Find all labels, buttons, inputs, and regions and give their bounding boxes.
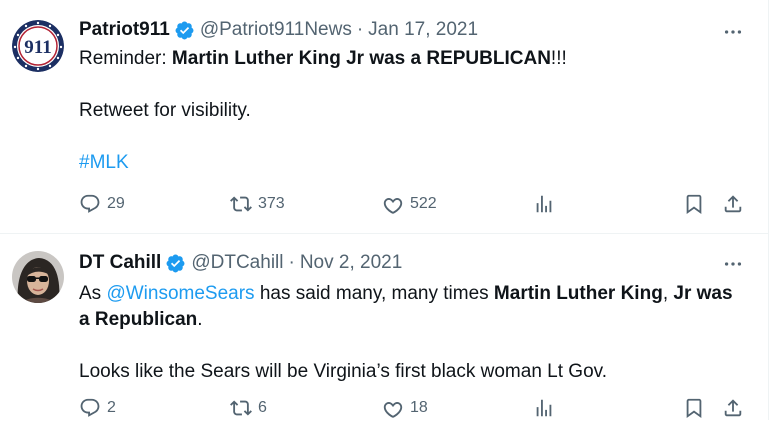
- reply-icon: [80, 194, 100, 213]
- retweet-count: 6: [258, 399, 267, 416]
- tweet-text: As @WinsomeSears has said many, many tim…: [79, 281, 739, 385]
- reply-button[interactable]: 2: [79, 397, 116, 419]
- profile-photo: [12, 251, 64, 303]
- retweet-icon: [230, 196, 252, 212]
- svg-text:911: 911: [24, 37, 51, 58]
- tweet-actions: 29 373 522: [79, 193, 749, 219]
- reply-icon: [80, 398, 100, 417]
- tweet-line: Reminder: Martin Luther King Jr was a RE…: [79, 46, 739, 72]
- tweet-line: Retweet for visibility.: [79, 100, 251, 121]
- tweet-line: #MLK: [79, 150, 739, 176]
- share-button[interactable]: [722, 193, 744, 215]
- bookmark-icon: [686, 398, 702, 419]
- tweet-paragraph: As @WinsomeSears has said many, many tim…: [79, 281, 739, 333]
- tweet-date[interactable]: Nov 2, 2021: [300, 252, 402, 274]
- tweet-actions: 2 6 18: [79, 397, 749, 423]
- separator-dot: ·: [288, 252, 295, 273]
- tweet-date[interactable]: Jan 17, 2021: [368, 19, 478, 41]
- tweet-text: Reminder: Martin Luther King Jr was a RE…: [79, 46, 739, 176]
- like-count: 522: [410, 195, 437, 212]
- text-span: !!!: [550, 48, 567, 69]
- tweet[interactable]: DT Cahill @DTCahill · Nov 2, 2021 As @Wi…: [0, 234, 768, 420]
- like-count: 18: [410, 399, 428, 416]
- more-icon: [724, 262, 742, 266]
- avatar[interactable]: [12, 251, 64, 303]
- reply-count: 29: [107, 195, 125, 212]
- views-icon: [536, 399, 552, 417]
- avatar[interactable]: 911: [12, 20, 64, 72]
- user-handle[interactable]: @Patriot911News: [200, 19, 352, 41]
- share-icon: [724, 399, 742, 417]
- mention-link[interactable]: @WinsomeSears: [106, 283, 254, 304]
- more-button[interactable]: [720, 22, 746, 42]
- display-name[interactable]: Patriot911: [79, 19, 170, 41]
- bookmark-button[interactable]: [683, 397, 705, 419]
- display-name[interactable]: DT Cahill: [79, 252, 161, 274]
- share-button[interactable]: [722, 397, 744, 419]
- retweet-icon: [230, 400, 252, 416]
- text-span: .: [197, 309, 203, 330]
- like-icon: [383, 402, 403, 418]
- patriot911-logo: 911: [12, 20, 64, 72]
- reply-button[interactable]: 29: [79, 193, 125, 215]
- tweet-header: DT Cahill @DTCahill · Nov 2, 2021: [79, 250, 402, 276]
- text-span: Reminder:: [79, 48, 172, 69]
- text-span: ,: [662, 283, 674, 304]
- views-button[interactable]: [533, 397, 555, 419]
- bookmark-icon: [686, 194, 702, 215]
- retweet-count: 373: [258, 195, 285, 212]
- reply-count: 2: [107, 399, 116, 416]
- text-span: has said many, many times: [254, 283, 494, 304]
- separator-dot: ·: [356, 19, 364, 40]
- tweet[interactable]: 911 Patriot911 @Patriot911News · Jan 17,…: [0, 0, 768, 234]
- views-icon: [536, 195, 552, 213]
- verified-badge-icon: [175, 21, 194, 39]
- bold-text: Martin Luther King: [493, 283, 663, 304]
- views-button[interactable]: [533, 193, 555, 215]
- like-button[interactable]: 18: [382, 397, 428, 419]
- hashtag-link[interactable]: #MLK: [79, 152, 129, 173]
- retweet-button[interactable]: 6: [230, 397, 267, 419]
- retweet-button[interactable]: 373: [230, 193, 285, 215]
- tweet-paragraph: Looks like the Sears will be Virginia’s …: [79, 361, 608, 382]
- more-icon: [724, 30, 742, 34]
- more-button[interactable]: [720, 254, 746, 274]
- text-span: As: [79, 283, 107, 304]
- like-button[interactable]: 522: [382, 193, 437, 215]
- bold-text: Martin Luther King Jr was a REPUBLICAN: [171, 48, 551, 69]
- user-handle[interactable]: @DTCahill: [191, 252, 283, 274]
- verified-badge-icon: [166, 254, 185, 272]
- like-icon: [383, 198, 403, 214]
- tweet-header: Patriot911 @Patriot911News · Jan 17, 202…: [79, 17, 478, 43]
- share-icon: [724, 195, 742, 213]
- timeline: 911 Patriot911 @Patriot911News · Jan 17,…: [0, 0, 769, 420]
- bookmark-button[interactable]: [683, 193, 705, 215]
